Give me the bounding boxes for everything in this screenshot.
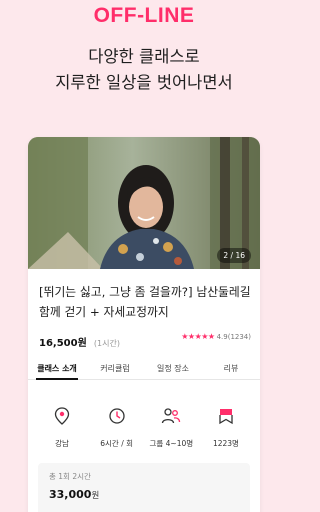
- feature-duration: 6시간 / 회: [91, 407, 143, 450]
- feature-location: 강남: [36, 407, 88, 450]
- tab-reviews[interactable]: 리뷰: [202, 358, 260, 379]
- headline-line-1: 다양한 클래스로: [88, 47, 200, 66]
- class-card[interactable]: 2 / 16 [뛰기는 싫고, 그냥 좀 걸을까?] 남산둘레길 함께 걷기 +…: [28, 137, 260, 512]
- class-photo[interactable]: 2 / 16: [28, 137, 260, 269]
- headline-line-2: 지루한 일상을 벗어나면서: [55, 73, 233, 92]
- total-amount-value: 33,000: [49, 488, 92, 501]
- rating-value: 4.9(1234): [216, 332, 251, 341]
- feature-participants: 1223명: [200, 407, 252, 450]
- tab-schedule-location[interactable]: 일정 장소: [144, 358, 202, 379]
- total-amount: 33,000원: [49, 488, 250, 501]
- total-amount-currency: 원: [91, 491, 100, 501]
- feature-group-label: 그룹 4~10명: [149, 439, 194, 448]
- clock-icon: [109, 408, 125, 424]
- class-title: [뛰기는 싫고, 그냥 좀 걸을까?] 남산둘레길 함께 걷기 + 자세교정까지: [39, 285, 251, 319]
- rating: ★★★★★ 4.9(1234): [181, 332, 251, 341]
- class-tabs: 클래스 소개 커리큘럼 일정 장소 리뷰: [28, 358, 260, 380]
- feature-participants-label: 1223명: [212, 439, 239, 448]
- brand-logo: OFF-LINE: [93, 4, 195, 27]
- location-pin-icon: [54, 407, 70, 425]
- feature-location-label: 강남: [55, 439, 69, 448]
- total-price-box: 총 1회 2시간 33,000원: [38, 463, 250, 512]
- headline: 다양한 클래스로 지루한 일상을 벗어나면서: [0, 44, 288, 96]
- rating-stars-icon: ★★★★★: [181, 332, 215, 341]
- tab-curriculum[interactable]: 커리큘럼: [86, 358, 144, 379]
- bookmark-icon: [219, 409, 233, 425]
- feature-group: 그룹 4~10명: [145, 407, 197, 450]
- class-price: 16,500원: [39, 338, 87, 349]
- group-icon: [162, 408, 181, 424]
- class-features: 강남 6시간 / 회 그룹 4~10명 1223명: [36, 407, 252, 450]
- price-row: 16,500원 (1시간) ★★★★★ 4.9(1234): [39, 331, 251, 349]
- total-label: 총 1회 2시간: [49, 472, 91, 481]
- tab-class-intro[interactable]: 클래스 소개: [28, 358, 86, 380]
- image-counter-badge: 2 / 16: [217, 248, 251, 263]
- class-duration: (1시간): [93, 339, 120, 348]
- feature-duration-label: 6시간 / 회: [100, 439, 134, 448]
